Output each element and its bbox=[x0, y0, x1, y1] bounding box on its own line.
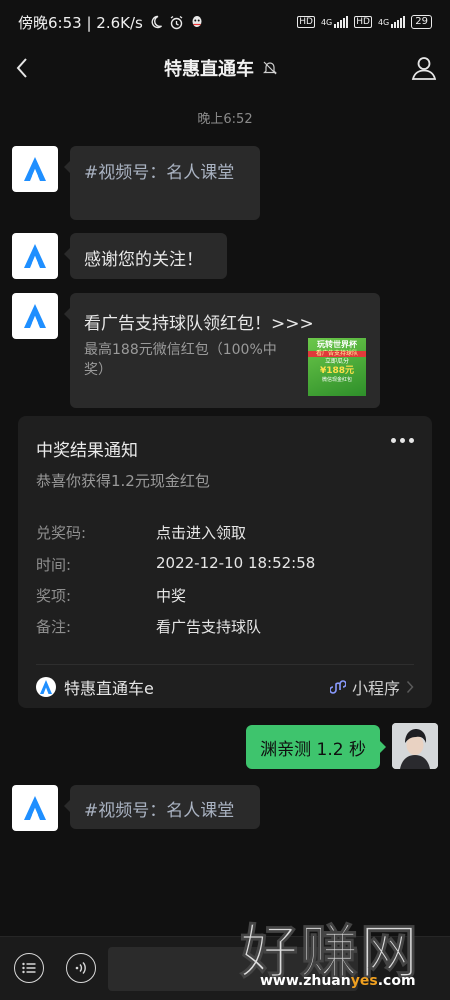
sender-avatar[interactable] bbox=[12, 146, 58, 192]
thumb-text-3: 立即瓜分 bbox=[324, 358, 349, 365]
message-text: #视频号：名人课堂 bbox=[84, 801, 235, 821]
mute-bell-icon bbox=[263, 61, 277, 75]
network-label-1: 4G bbox=[320, 17, 333, 27]
menu-list-icon bbox=[22, 962, 36, 974]
voice-wave-icon bbox=[75, 962, 86, 974]
row-key: 时间: bbox=[36, 556, 72, 574]
thumb-text-4: ¥188元 bbox=[319, 366, 355, 376]
status-time-speed: 傍晚6:53 | 2.6K/s bbox=[18, 13, 143, 32]
moon-icon bbox=[151, 15, 162, 29]
thumb-text-1: 玩转世界杯 bbox=[317, 340, 357, 349]
message-timestamp: 晚上6:52 bbox=[197, 112, 253, 127]
brand-logo-icon bbox=[24, 796, 46, 820]
message-bubble[interactable]: #视频号：名人课堂 bbox=[64, 785, 260, 829]
qq-icon bbox=[192, 15, 202, 27]
row-value: 看广告支持球队 bbox=[156, 618, 262, 636]
mini-program-label: 小程序 bbox=[329, 675, 414, 699]
person-icon bbox=[411, 57, 437, 80]
link-desc-line1: 最高188元微信红包（100%中 bbox=[84, 342, 277, 358]
watermark-url: www.zhuanyes.com bbox=[260, 973, 416, 989]
link-message-card[interactable]: 看广告支持球队领红包！>>> 最高188元微信红包（100%中 奖） 玩转世界杯… bbox=[64, 293, 380, 408]
card-subtitle: 恭喜你获得1.2元现金红包 bbox=[36, 472, 210, 490]
status-left: 傍晚6:53 | 2.6K/s bbox=[18, 12, 204, 33]
more-options-icon[interactable] bbox=[391, 438, 414, 443]
hd-label-2: HD bbox=[354, 16, 372, 28]
link-desc-line2: 奖） bbox=[84, 362, 112, 378]
thumb-text-2: 看广告支持球队 bbox=[308, 351, 366, 357]
status-bar: 傍晚6:53 | 2.6K/s HD 4G HD 4G 29 bbox=[0, 0, 450, 44]
profile-button[interactable] bbox=[398, 44, 450, 92]
hd-label-1: HD bbox=[297, 16, 315, 28]
prize-notification-card[interactable]: 中奖结果通知 恭喜你获得1.2元现金红包 兑奖码: 点击进入领取 时间: 202… bbox=[18, 416, 432, 708]
chat-title: 特惠直通车 bbox=[44, 55, 398, 81]
battery-icon: 29 bbox=[411, 15, 432, 29]
brand-logo-icon bbox=[24, 157, 46, 181]
brand-logo-small-icon bbox=[36, 677, 56, 697]
row-key: 备注: bbox=[36, 618, 72, 636]
brand-logo-icon bbox=[24, 244, 46, 268]
menu-button[interactable] bbox=[14, 953, 44, 983]
mini-program-icon bbox=[329, 680, 346, 694]
message-text: #视频号：名人课堂 bbox=[84, 163, 235, 183]
card-footer[interactable]: 特惠直通车e 小程序 bbox=[36, 672, 414, 702]
message-text: 感谢您的关注！ bbox=[84, 250, 203, 270]
sender-avatar[interactable] bbox=[12, 233, 58, 279]
alarm-icon bbox=[170, 15, 183, 29]
network-label-2: 4G bbox=[377, 17, 390, 27]
chevron-left-icon bbox=[16, 58, 27, 78]
row-key: 兑奖码: bbox=[36, 524, 87, 542]
chat-title-text: 特惠直通车 bbox=[164, 59, 254, 80]
sender-avatar[interactable] bbox=[12, 785, 58, 831]
chevron-right-icon bbox=[406, 680, 414, 694]
voice-button[interactable] bbox=[66, 953, 96, 983]
thumb-text-5: 微信现金红包 bbox=[321, 377, 352, 383]
user-photo bbox=[392, 723, 438, 769]
my-message-text: 渊亲测 1.2 秒 bbox=[260, 739, 366, 760]
site-watermark: 好赚网 www.zhuanyes.com bbox=[239, 905, 445, 997]
nav-bar: 特惠直通车 bbox=[0, 44, 450, 92]
row-key: 奖项: bbox=[36, 587, 72, 605]
message-bubble[interactable]: #视频号：名人课堂 bbox=[64, 146, 260, 220]
mini-program-brand: 特惠直通车e bbox=[64, 679, 154, 698]
brand-logo-icon bbox=[24, 304, 46, 328]
card-title: 中奖结果通知 bbox=[36, 441, 138, 461]
row-value[interactable]: 点击进入领取 bbox=[156, 522, 246, 543]
row-value: 2022-12-10 18:52:58 bbox=[156, 554, 316, 572]
my-avatar[interactable] bbox=[392, 723, 438, 769]
message-bubble[interactable]: 感谢您的关注！ bbox=[64, 233, 227, 279]
status-right: HD 4G HD 4G 29 bbox=[297, 15, 432, 29]
sender-avatar[interactable] bbox=[12, 293, 58, 339]
mini-program-text: 小程序 bbox=[351, 679, 400, 698]
row-value: 中奖 bbox=[156, 587, 187, 605]
signal-icon-1 bbox=[334, 16, 349, 28]
link-title: 看广告支持球队领红包！>>> bbox=[84, 314, 314, 334]
back-button[interactable] bbox=[0, 44, 44, 92]
signal-icon-2 bbox=[391, 16, 406, 28]
link-thumbnail: 玩转世界杯 看广告支持球队 立即瓜分 ¥188元 微信现金红包 bbox=[308, 338, 366, 396]
card-divider bbox=[36, 664, 414, 665]
my-message-bubble[interactable]: 渊亲测 1.2 秒 bbox=[246, 725, 386, 769]
